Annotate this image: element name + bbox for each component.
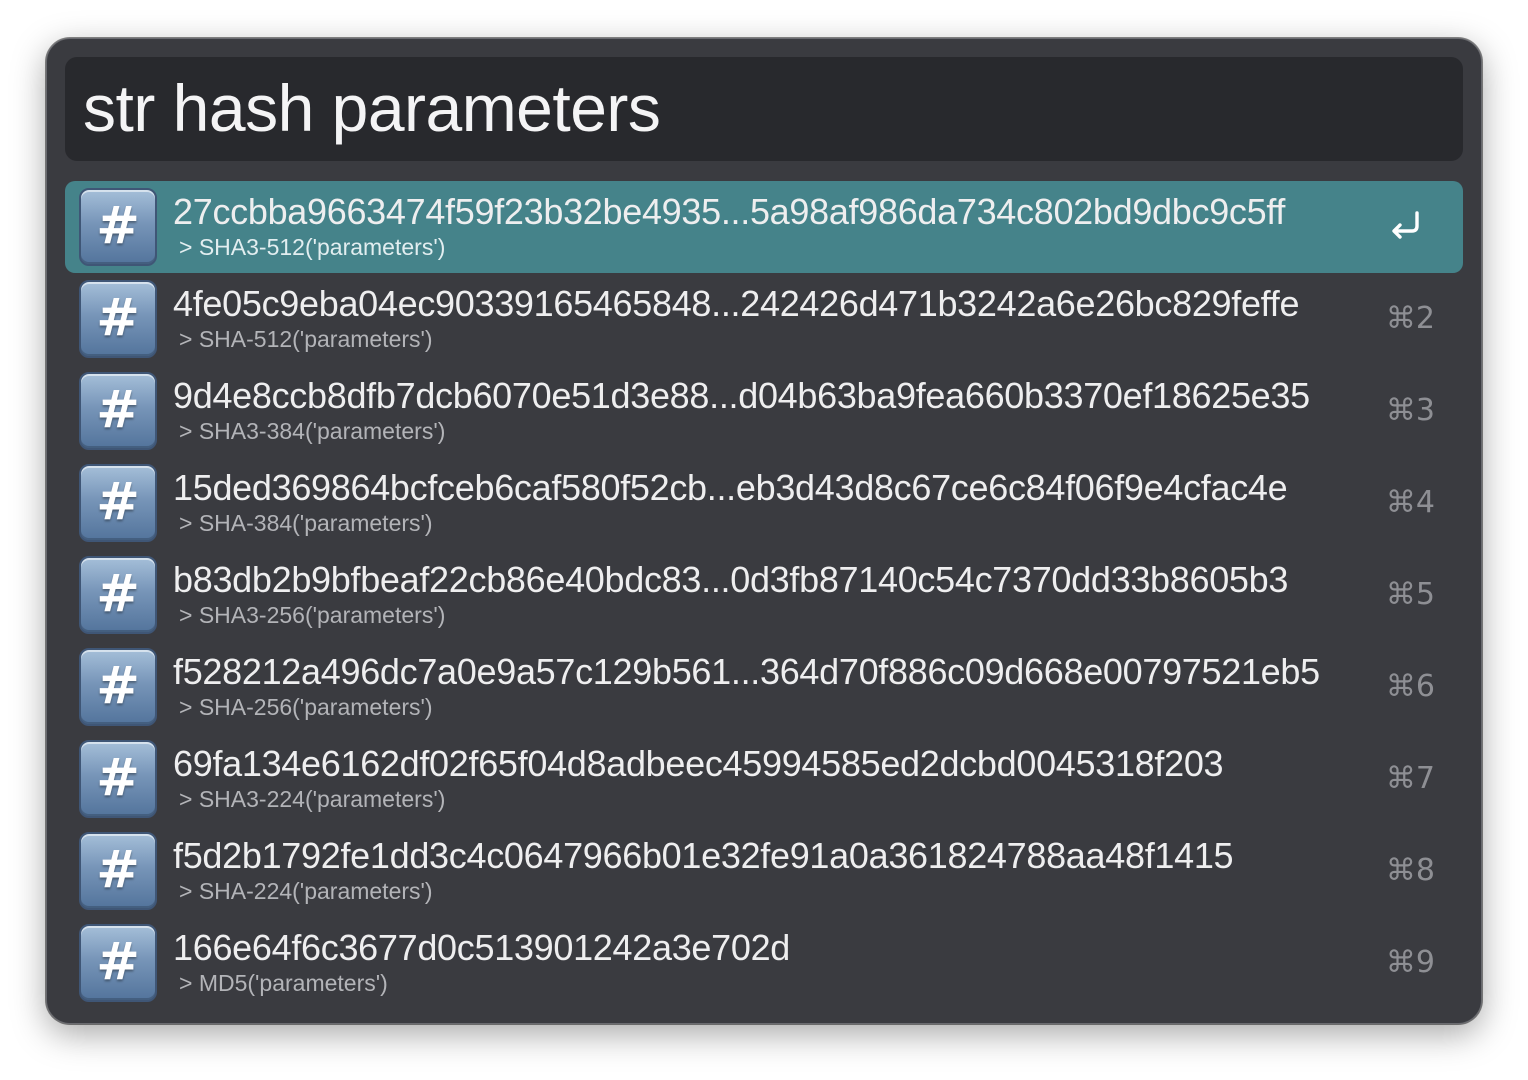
result-title: 15ded369864bcfceb6caf580f52cb...eb3d43d8… (173, 467, 1288, 508)
shortcut-label: ⌘8 (1385, 853, 1435, 888)
hash-glyph: # (96, 656, 140, 716)
result-subtitle: > MD5('parameters') (179, 970, 388, 996)
shortcut-label: ⌘9 (1385, 945, 1435, 980)
result-title: b83db2b9bfbeaf22cb86e40bdc83...0d3fb8714… (173, 559, 1289, 600)
hash-icon: # (79, 188, 157, 266)
hash-glyph: # (96, 196, 140, 256)
result-row[interactable]: # 9d4e8ccb8dfb7dcb6070e51d3e88...d04b63b… (65, 365, 1463, 457)
hash-icon: # (79, 832, 157, 910)
shortcut-label: ⌘2 (1385, 301, 1435, 336)
hash-icon: # (79, 464, 157, 542)
hash-icon: # (79, 372, 157, 450)
shortcut-label: ⌘6 (1385, 669, 1435, 704)
result-subtitle: > SHA3-384('parameters') (179, 418, 446, 444)
result-row[interactable]: # 27ccbba9663474f59f23b32be4935...5a98af… (65, 181, 1463, 273)
result-subtitle: > SHA-256('parameters') (179, 694, 433, 720)
hash-glyph: # (96, 472, 140, 532)
search-input[interactable]: str hash parameters (83, 75, 661, 141)
result-row[interactable]: # 4fe05c9eba04ec90339165465848...242426d… (65, 273, 1463, 365)
shortcut-label: ⌘4 (1385, 485, 1435, 520)
result-title: 166e64f6c3677d0c513901242a3e702d (173, 927, 791, 968)
result-subtitle: > SHA-224('parameters') (179, 878, 433, 904)
result-row[interactable]: # 15ded369864bcfceb6caf580f52cb...eb3d43… (65, 457, 1463, 549)
hash-icon: # (79, 740, 157, 818)
shortcut-label: ⌘5 (1385, 577, 1435, 612)
result-subtitle: > SHA3-256('parameters') (179, 602, 446, 628)
search-box[interactable]: str hash parameters (65, 57, 1463, 161)
result-subtitle: > SHA3-512('parameters') (179, 234, 446, 260)
hash-glyph: # (96, 840, 140, 900)
result-subtitle: > SHA-384('parameters') (179, 510, 433, 536)
result-row[interactable]: # f5d2b1792fe1dd3c4c0647966b01e32fe91a0a… (65, 825, 1463, 917)
hash-icon: # (79, 924, 157, 1002)
return-key-icon: ↩ (1392, 211, 1419, 239)
launcher-window: str hash parameters # 27ccbba9663474f59f… (46, 38, 1482, 1024)
result-title: 27ccbba9663474f59f23b32be4935...5a98af98… (173, 191, 1286, 232)
result-title: f528212a496dc7a0e9a57c129b561...364d70f8… (173, 651, 1320, 692)
hash-glyph: # (96, 288, 140, 348)
shortcut-label: ⌘3 (1385, 393, 1435, 428)
hash-glyph: # (96, 748, 140, 808)
result-title: 4fe05c9eba04ec90339165465848...242426d47… (173, 283, 1300, 324)
hash-glyph: # (96, 380, 140, 440)
result-row[interactable]: # 166e64f6c3677d0c513901242a3e702d > MD5… (65, 917, 1463, 1009)
result-row[interactable]: # 69fa134e6162df02f65f04d8adbeec45994585… (65, 733, 1463, 825)
shortcut-label: ⌘7 (1385, 761, 1435, 796)
hash-glyph: # (96, 932, 140, 992)
hash-icon: # (79, 280, 157, 358)
result-row[interactable]: # b83db2b9bfbeaf22cb86e40bdc83...0d3fb87… (65, 549, 1463, 641)
result-title: f5d2b1792fe1dd3c4c0647966b01e32fe91a0a36… (173, 835, 1234, 876)
hash-icon: # (79, 648, 157, 726)
result-title: 9d4e8ccb8dfb7dcb6070e51d3e88...d04b63ba9… (173, 375, 1310, 416)
hash-icon: # (79, 556, 157, 634)
result-subtitle: > SHA3-224('parameters') (179, 786, 446, 812)
result-title: 69fa134e6162df02f65f04d8adbeec45994585ed… (173, 743, 1224, 784)
hash-glyph: # (96, 564, 140, 624)
results-list: # 27ccbba9663474f59f23b32be4935...5a98af… (65, 181, 1463, 1009)
result-subtitle: > SHA-512('parameters') (179, 326, 433, 352)
result-row[interactable]: # f528212a496dc7a0e9a57c129b561...364d70… (65, 641, 1463, 733)
